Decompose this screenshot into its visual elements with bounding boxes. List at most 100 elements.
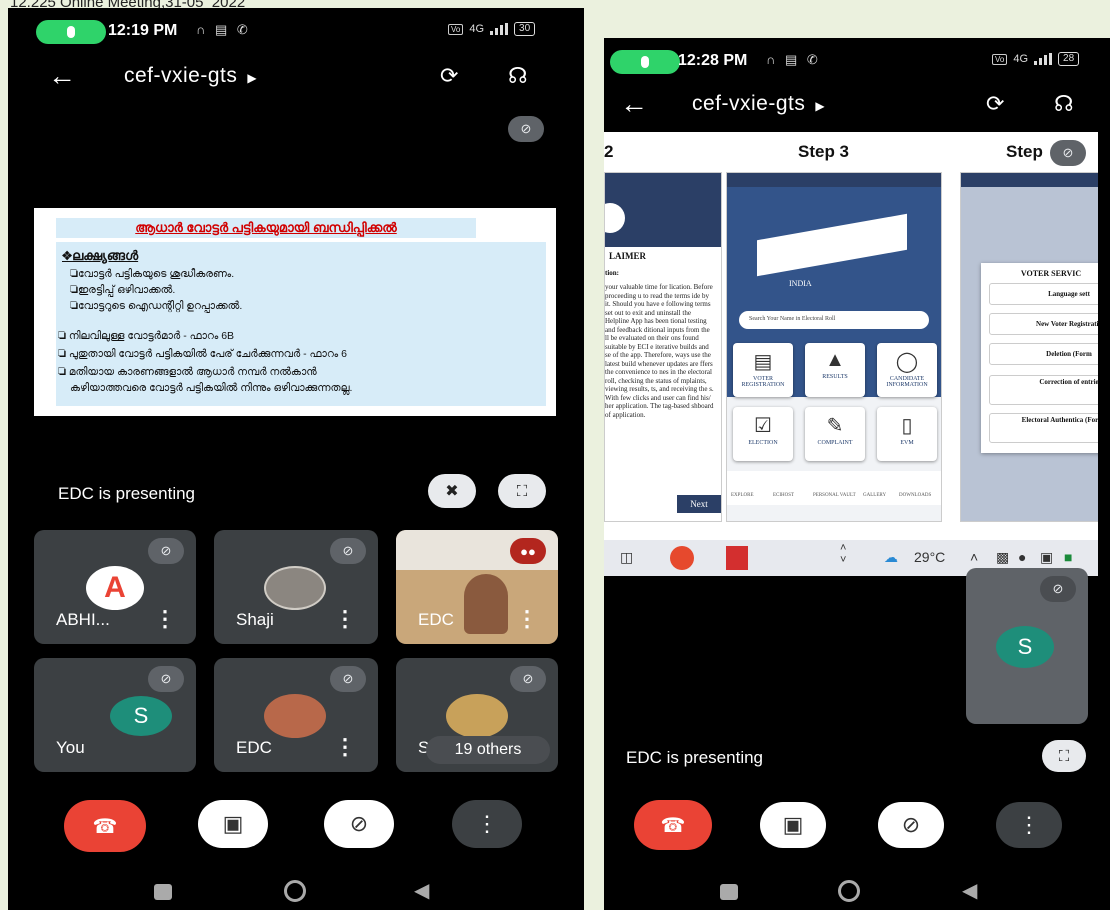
chrome-icon[interactable] [670,546,694,570]
others-chip[interactable]: 19 others [426,736,550,764]
phone-status [961,173,1098,187]
muted-icon: ⊘ [148,538,184,564]
pdf-reader-icon[interactable] [726,546,748,570]
unpin-button[interactable]: ✖ [428,474,476,508]
back-icon[interactable]: ◀ [414,878,429,903]
notification-icons: ∩ ▤ ✆ [766,52,821,67]
results-tile[interactable]: ▲ RESULTS [805,343,865,397]
self-view-tile[interactable]: ⊘ S [966,568,1088,724]
muted-icon: ⊘ [510,666,546,692]
end-call-button[interactable]: ☎ [64,800,146,852]
home-icon[interactable] [284,880,306,902]
tray-meet-icon[interactable]: ■ [1064,549,1072,565]
temperature: 29°C [914,549,946,565]
task-view-icon[interactable]: ◫ [620,549,633,566]
tray-camera-icon[interactable]: ▣ [1040,549,1053,566]
candidate-tile[interactable]: ◯ CANDIDATE INFORMATION [877,343,937,397]
voter-services-card: VOTER SERVIC Language sett New Voter Reg… [981,263,1098,453]
camera-toggle-button[interactable]: ▣ [760,802,826,848]
chevron-up-down-icon[interactable]: ˄ ˅ [840,542,846,566]
weather-icon: ☁ [884,549,898,565]
menu-item[interactable]: New Voter Registratio [989,313,1098,335]
participant-tile[interactable]: ⊘ Sh 19 others [396,658,558,772]
more-options-icon[interactable]: ⋮ [154,606,176,632]
tray-mic-icon[interactable]: ● [1018,549,1026,565]
mic-toggle-button[interactable]: ⊘ [324,800,394,848]
menu-item[interactable]: Electoral Authentica (Form 6B) [989,413,1098,443]
nav-gallery[interactable]: GALLERY [863,493,886,498]
tray-app-icon[interactable]: ▩ [996,549,1009,566]
audio-output-icon[interactable]: ☊ [508,63,528,89]
mic-toggle-button[interactable]: ⊘ [878,802,944,848]
audio-output-icon[interactable]: ☊ [1054,91,1074,117]
meeting-code-button[interactable]: cef-vxie-gts ▶ [124,64,257,88]
menu-item[interactable]: Correction of entrie [989,375,1098,405]
end-call-icon: ☎ [660,814,686,837]
complaint-tile[interactable]: ✎ COMPLAINT [805,407,865,461]
battery-icon: 30 [514,22,536,36]
voter-services-screenshot: VOTER SERVIC Language sett New Voter Reg… [960,172,1098,522]
more-options-button[interactable]: ⋮ [452,800,522,848]
mic-off-icon: ⊘ [901,812,921,837]
fullscreen-icon: ⛶ [516,482,528,500]
signal-icon [1034,53,1053,65]
switch-camera-icon[interactable]: ⟳ [986,91,1004,117]
network-type: 4G [1013,53,1029,65]
menu-item[interactable]: Language sett [989,283,1098,305]
next-button[interactable]: Next [677,495,721,513]
back-icon[interactable]: ◀ [962,878,977,903]
participant-name: EDC [418,610,454,629]
camera-toggle-button[interactable]: ▣ [198,800,268,848]
tray-chevron-icon[interactable]: ˄ [970,549,978,565]
person-icon: ◯ [895,351,919,373]
avatar: S [110,696,172,736]
form-icon: ▤ [753,351,773,373]
participant-video-tile[interactable]: ●● EDC ⋮ [396,530,558,644]
fullscreen-button[interactable]: ⛶ [498,474,546,508]
more-options-icon[interactable]: ⋮ [334,606,356,632]
participant-tile[interactable]: ⊘ A ABHI... ⋮ [34,530,196,644]
slide-title: ആധാർ വോട്ടർ പട്ടികയുമായി ബന്ധിപ്പിക്കൽ [56,218,476,238]
participant-tile[interactable]: ⊘ Shaji ⋮ [214,530,378,644]
evm-tile[interactable]: ▯ EVM [877,407,937,461]
right-phone-screen: 12:28 PM ∩ ▤ ✆ Vo 4G 28 ← cef-vxie-gts ▶ … [604,38,1110,910]
battery-icon: 28 [1058,52,1080,66]
presenter-label: EDC is presenting [58,484,196,503]
app-bar: ← cef-vxie-gts ▶ ⟳ ☊ [8,48,584,104]
meeting-code-button[interactable]: cef-vxie-gts ▶ [692,92,825,116]
menu-item[interactable]: Deletion (Form [989,343,1098,365]
nav-ecihost[interactable]: ECIHOST [773,493,794,498]
switch-camera-icon[interactable]: ⟳ [440,63,458,89]
app-header [605,187,721,247]
mic-icon [67,26,75,38]
more-options-icon[interactable]: ⋮ [516,606,538,632]
ballot-icon: ☑ [754,415,772,437]
participant-tile[interactable]: ⊘ EDC ⋮ [214,658,378,772]
participant-name: You [56,738,85,757]
nav-downloads[interactable]: DOWNLOADS [899,493,931,498]
nav-personal-vault[interactable]: PERSONAL VAULT [813,493,856,498]
muted-icon: ⊘ [1040,576,1076,602]
avatar [264,694,326,738]
search-input[interactable]: Search Your Name in Electoral Roll [739,311,929,329]
disclaimer-screenshot: LAIMER tion: your valuable time for lica… [604,172,722,522]
more-options-button[interactable]: ⋮ [996,802,1062,848]
back-arrow-icon[interactable]: ← [48,60,76,92]
exit-fullscreen-button[interactable]: ⛶ [1042,740,1086,772]
end-call-button[interactable]: ☎ [634,800,712,850]
recents-icon[interactable] [154,884,172,900]
election-tile[interactable]: ☑ ELECTION [733,407,793,461]
more-options-icon[interactable]: ⋮ [334,734,356,760]
recents-icon[interactable] [720,884,738,900]
caret-right-icon: ▶ [247,71,258,85]
participant-tile[interactable]: ⊘ S You [34,658,196,772]
back-arrow-icon[interactable]: ← [620,88,648,120]
more-vert-icon: ⋮ [1018,812,1040,837]
meeting-code: cef-vxie-gts [692,92,806,115]
nav-explore[interactable]: EXPLORE [731,493,754,498]
network-type: 4G [469,23,485,35]
disclaimer-heading: LAIMER [609,251,647,261]
shared-screen[interactable]: 2 Step 3 Step ⊘ LAIMER tion: your valuab… [604,132,1098,576]
home-icon[interactable] [838,880,860,902]
voter-registration-tile[interactable]: ▤ VOTER REGISTRATION [733,343,793,397]
